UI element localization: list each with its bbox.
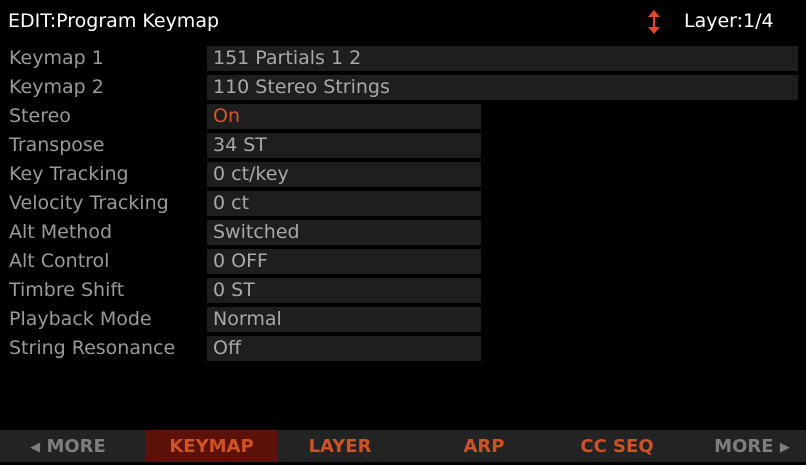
- param-row-keymap-1[interactable]: Keymap 1 151 Partials 1 2: [0, 44, 806, 73]
- tab-keymap-label: KEYMAP: [169, 436, 254, 457]
- param-value: Switched: [213, 221, 300, 243]
- param-label: Key Tracking: [9, 163, 129, 185]
- param-value-field[interactable]: 0 ST: [207, 278, 481, 303]
- more-right-button[interactable]: MORE ▶: [700, 430, 804, 462]
- param-label: Transpose: [9, 134, 105, 156]
- tab-arp-label: ARP: [463, 436, 505, 457]
- param-row-timbre-shift[interactable]: Timbre Shift 0 ST: [0, 276, 806, 305]
- param-label: Stereo: [9, 105, 71, 127]
- param-row-alt-control[interactable]: Alt Control 0 OFF: [0, 247, 806, 276]
- param-value: 0 ST: [213, 279, 255, 301]
- param-value: 151 Partials 1 2: [213, 47, 362, 69]
- param-value-field[interactable]: 0 OFF: [207, 249, 481, 274]
- more-right-label: MORE: [714, 436, 774, 457]
- param-value-field[interactable]: 151 Partials 1 2: [207, 46, 798, 71]
- page-title: EDIT:Program Keymap: [8, 10, 220, 32]
- param-row-string-resonance[interactable]: String Resonance Off: [0, 334, 806, 363]
- param-row-transpose[interactable]: Transpose 34 ST: [0, 131, 806, 160]
- param-label: Playback Mode: [9, 308, 152, 330]
- param-value-field[interactable]: Normal: [207, 307, 481, 332]
- tab-cc-seq[interactable]: CC SEQ: [552, 430, 682, 462]
- param-value-field[interactable]: 0 ct: [207, 191, 481, 216]
- triangle-left-icon: ◀: [30, 440, 41, 455]
- param-value: On: [213, 105, 240, 127]
- parameter-list: Keymap 1 151 Partials 1 2 Keymap 2 110 S…: [0, 44, 806, 363]
- param-label: Alt Control: [9, 250, 110, 272]
- soft-button-bar: ◀ MORE KEYMAP LAYER ARP CC SEQ MORE ▶: [0, 430, 806, 462]
- param-label: String Resonance: [9, 337, 176, 359]
- param-row-stereo[interactable]: Stereo On: [0, 102, 806, 131]
- param-label: Keymap 1: [9, 47, 104, 69]
- param-value: 34 ST: [213, 134, 267, 156]
- layer-indicator[interactable]: Layer:1/4: [684, 9, 774, 33]
- param-value-field[interactable]: On: [207, 104, 481, 129]
- param-row-playback-mode[interactable]: Playback Mode Normal: [0, 305, 806, 334]
- param-value: Normal: [213, 308, 282, 330]
- more-left-button[interactable]: ◀ MORE: [8, 430, 128, 462]
- triangle-right-icon: ▶: [779, 440, 790, 455]
- param-label: Velocity Tracking: [9, 192, 169, 214]
- param-value: 110 Stereo Strings: [213, 76, 390, 98]
- param-value: 0 ct/key: [213, 163, 289, 185]
- param-value: Off: [213, 337, 242, 359]
- param-value-field[interactable]: 34 ST: [207, 133, 481, 158]
- param-row-alt-method[interactable]: Alt Method Switched: [0, 218, 806, 247]
- param-row-keymap-2[interactable]: Keymap 2 110 Stereo Strings: [0, 73, 806, 102]
- param-value-field[interactable]: Switched: [207, 220, 481, 245]
- param-value: 0 ct: [213, 192, 250, 214]
- tab-layer[interactable]: LAYER: [280, 430, 400, 462]
- param-label: Keymap 2: [9, 76, 104, 98]
- param-value-field[interactable]: 0 ct/key: [207, 162, 481, 187]
- param-value-field[interactable]: 110 Stereo Strings: [207, 75, 798, 100]
- tab-arp[interactable]: ARP: [418, 430, 550, 462]
- param-row-key-tracking[interactable]: Key Tracking 0 ct/key: [0, 160, 806, 189]
- tab-keymap[interactable]: KEYMAP: [146, 430, 277, 462]
- more-left-label: MORE: [46, 436, 106, 457]
- tab-layer-label: LAYER: [308, 436, 372, 457]
- tab-cc-seq-label: CC SEQ: [580, 436, 654, 457]
- param-row-velocity-tracking[interactable]: Velocity Tracking 0 ct: [0, 189, 806, 218]
- title-bar: EDIT:Program Keymap Layer:1/4: [0, 0, 806, 43]
- param-label: Alt Method: [9, 221, 113, 243]
- param-label: Timbre Shift: [9, 279, 125, 301]
- param-value: 0 OFF: [213, 250, 268, 272]
- up-down-arrows-icon[interactable]: [647, 8, 661, 36]
- param-value-field[interactable]: Off: [207, 336, 481, 361]
